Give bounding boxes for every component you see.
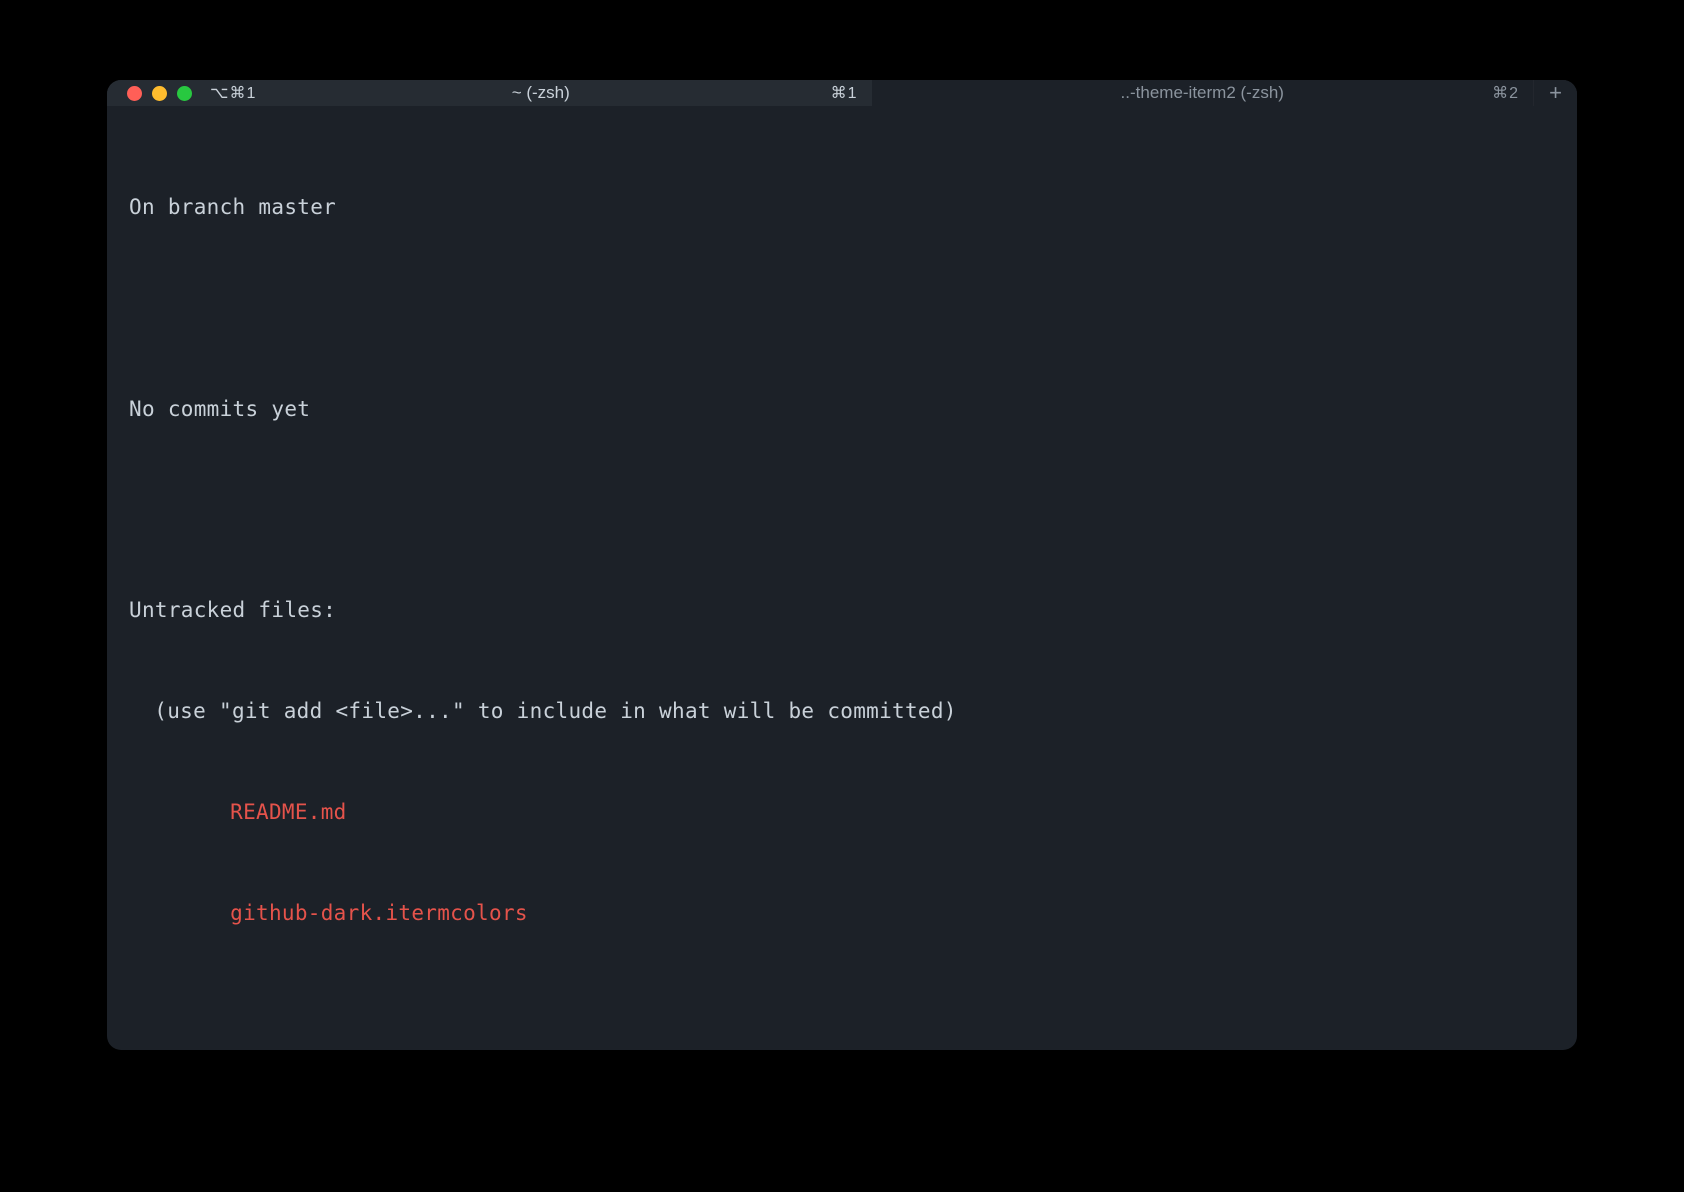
git-no-commits-1: No commits yet	[129, 393, 310, 427]
titlebar: ⌥⌘1 ~ (-zsh) ⌘1 ..-theme-iterm2 (-zsh) ⌘…	[107, 80, 1577, 106]
plus-icon: +	[1549, 80, 1562, 106]
tab-1-shortcut: ⌘1	[831, 83, 872, 103]
git-untracked-file: github-dark.itermcolors	[230, 897, 528, 931]
terminal-viewport[interactable]: On branch master No commits yet Untracke…	[107, 106, 1577, 1050]
new-tab-button[interactable]: +	[1533, 80, 1577, 106]
tab-2[interactable]: ..-theme-iterm2 (-zsh) ⌘2	[872, 80, 1534, 106]
zoom-icon[interactable]	[177, 86, 192, 101]
tab-1[interactable]: ⌥⌘1 ~ (-zsh) ⌘1	[210, 80, 872, 106]
traffic-lights	[107, 80, 210, 106]
close-icon[interactable]	[127, 86, 142, 101]
git-on-branch-1: On branch master	[129, 191, 336, 225]
tab-1-left-shortcut: ⌥⌘1	[210, 83, 270, 103]
tab-2-shortcut: ⌘2	[1492, 83, 1533, 103]
terminal-window: ⌥⌘1 ~ (-zsh) ⌘1 ..-theme-iterm2 (-zsh) ⌘…	[107, 80, 1577, 1050]
minimize-icon[interactable]	[152, 86, 167, 101]
tab-1-title: ~ (-zsh)	[512, 83, 570, 103]
git-untracked-file: README.md	[230, 796, 347, 830]
tab-2-title: ..-theme-iterm2 (-zsh)	[1121, 83, 1284, 103]
git-untracked-hint: (use "git add <file>..." to include in w…	[154, 695, 956, 729]
git-untracked-header: Untracked files:	[129, 594, 336, 628]
